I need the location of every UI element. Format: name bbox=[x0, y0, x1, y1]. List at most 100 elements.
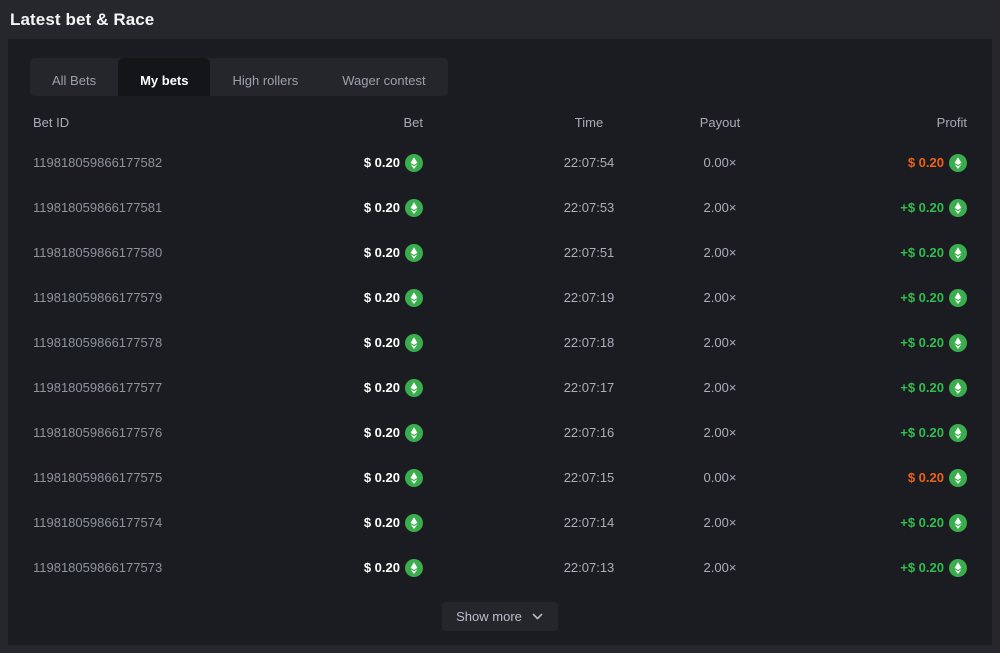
green-coin-icon bbox=[949, 289, 967, 307]
table-row[interactable]: 119818059866177577 $ 0.20 22:07:17 2.00×… bbox=[24, 365, 976, 410]
page-title: Latest bet & Race bbox=[10, 10, 154, 30]
payout-cell: 2.00× bbox=[680, 200, 737, 215]
profit-amount: +$ 0.20 bbox=[900, 335, 944, 350]
profit-cell: +$ 0.20 bbox=[900, 199, 967, 217]
green-coin-icon bbox=[405, 469, 423, 487]
table-row[interactable]: 119818059866177573 $ 0.20 22:07:13 2.00×… bbox=[24, 545, 976, 590]
table-row[interactable]: 119818059866177578 $ 0.20 22:07:18 2.00×… bbox=[24, 320, 976, 365]
green-coin-icon bbox=[405, 559, 423, 577]
profit-cell: +$ 0.20 bbox=[900, 334, 967, 352]
time-cell: 22:07:19 bbox=[452, 290, 615, 305]
payout-cell: 0.00× bbox=[680, 155, 737, 170]
table-body: 119818059866177582 $ 0.20 22:07:54 0.00×… bbox=[24, 140, 976, 590]
profit-amount: +$ 0.20 bbox=[900, 245, 944, 260]
bet-amount: $ 0.20 bbox=[364, 380, 400, 395]
green-coin-icon bbox=[949, 334, 967, 352]
bet-id-cell: 119818059866177581 bbox=[33, 200, 162, 215]
table-row[interactable]: 119818059866177576 $ 0.20 22:07:16 2.00×… bbox=[24, 410, 976, 455]
payout-cell: 2.00× bbox=[680, 515, 737, 530]
green-coin-icon bbox=[949, 469, 967, 487]
profit-amount: +$ 0.20 bbox=[900, 380, 944, 395]
table-row[interactable]: 119818059866177575 $ 0.20 22:07:15 0.00×… bbox=[24, 455, 976, 500]
green-coin-icon bbox=[405, 289, 423, 307]
time-cell: 22:07:14 bbox=[452, 515, 615, 530]
profit-cell: +$ 0.20 bbox=[900, 514, 967, 532]
profit-amount: +$ 0.20 bbox=[900, 515, 944, 530]
profit-cell: +$ 0.20 bbox=[900, 379, 967, 397]
profit-amount: $ 0.20 bbox=[908, 470, 944, 485]
time-cell: 22:07:54 bbox=[452, 155, 615, 170]
header-payout: Payout bbox=[676, 115, 740, 130]
bet-amount: $ 0.20 bbox=[364, 155, 400, 170]
green-coin-icon bbox=[949, 244, 967, 262]
profit-amount: +$ 0.20 bbox=[900, 290, 944, 305]
bet-id-cell: 119818059866177578 bbox=[33, 335, 162, 350]
time-cell: 22:07:53 bbox=[452, 200, 615, 215]
bet-id-cell: 119818059866177574 bbox=[33, 515, 162, 530]
bet-amount-cell: $ 0.20 bbox=[364, 424, 423, 442]
bet-amount-cell: $ 0.20 bbox=[364, 514, 423, 532]
table-row[interactable]: 119818059866177581 $ 0.20 22:07:53 2.00×… bbox=[24, 185, 976, 230]
bet-amount: $ 0.20 bbox=[364, 515, 400, 530]
bet-amount-cell: $ 0.20 bbox=[364, 334, 423, 352]
profit-amount: $ 0.20 bbox=[908, 155, 944, 170]
bet-id-cell: 119818059866177577 bbox=[33, 380, 162, 395]
profit-amount: +$ 0.20 bbox=[900, 200, 944, 215]
profit-cell: +$ 0.20 bbox=[900, 559, 967, 577]
bet-amount: $ 0.20 bbox=[364, 425, 400, 440]
table-row[interactable]: 119818059866177579 $ 0.20 22:07:19 2.00×… bbox=[24, 275, 976, 320]
bet-amount: $ 0.20 bbox=[364, 290, 400, 305]
time-cell: 22:07:51 bbox=[452, 245, 615, 260]
time-cell: 22:07:18 bbox=[452, 335, 615, 350]
table-row[interactable]: 119818059866177580 $ 0.20 22:07:51 2.00×… bbox=[24, 230, 976, 275]
green-coin-icon bbox=[405, 199, 423, 217]
header-bet: Bet bbox=[403, 115, 423, 130]
payout-cell: 2.00× bbox=[680, 380, 737, 395]
green-coin-icon bbox=[949, 559, 967, 577]
tab-all-bets[interactable]: All Bets bbox=[30, 58, 118, 96]
green-coin-icon bbox=[949, 424, 967, 442]
profit-amount: +$ 0.20 bbox=[900, 425, 944, 440]
show-more-button[interactable]: Show more bbox=[442, 602, 558, 631]
bet-id-cell: 119818059866177576 bbox=[33, 425, 162, 440]
payout-cell: 0.00× bbox=[680, 470, 737, 485]
bet-id-cell: 119818059866177579 bbox=[33, 290, 162, 305]
table-header-row: Bet ID Bet Time Payout Profit bbox=[24, 106, 976, 140]
payout-cell: 2.00× bbox=[680, 335, 737, 350]
table-row[interactable]: 119818059866177574 $ 0.20 22:07:14 2.00×… bbox=[24, 500, 976, 545]
bet-amount-cell: $ 0.20 bbox=[364, 199, 423, 217]
green-coin-icon bbox=[949, 379, 967, 397]
payout-cell: 2.00× bbox=[680, 560, 737, 575]
bet-amount: $ 0.20 bbox=[364, 470, 400, 485]
green-coin-icon bbox=[405, 244, 423, 262]
bet-id-cell: 119818059866177580 bbox=[33, 245, 162, 260]
payout-cell: 2.00× bbox=[680, 290, 737, 305]
payout-cell: 2.00× bbox=[680, 425, 737, 440]
bet-amount-cell: $ 0.20 bbox=[364, 289, 423, 307]
table-row[interactable]: 119818059866177582 $ 0.20 22:07:54 0.00×… bbox=[24, 140, 976, 185]
profit-cell: +$ 0.20 bbox=[900, 424, 967, 442]
profit-cell: $ 0.20 bbox=[908, 469, 967, 487]
green-coin-icon bbox=[949, 154, 967, 172]
bet-id-cell: 119818059866177582 bbox=[33, 155, 162, 170]
bet-amount: $ 0.20 bbox=[364, 245, 400, 260]
green-coin-icon bbox=[405, 424, 423, 442]
bet-amount: $ 0.20 bbox=[364, 560, 400, 575]
bets-tab-group: All BetsMy betsHigh rollersWager contest bbox=[30, 58, 448, 96]
time-cell: 22:07:13 bbox=[452, 560, 615, 575]
bet-id-cell: 119818059866177575 bbox=[33, 470, 162, 485]
green-coin-icon bbox=[405, 334, 423, 352]
page-header: Latest bet & Race bbox=[0, 0, 1000, 39]
tab-high-rollers[interactable]: High rollers bbox=[210, 58, 320, 96]
bet-amount: $ 0.20 bbox=[364, 200, 400, 215]
tab-wager-contest[interactable]: Wager contest bbox=[320, 58, 447, 96]
show-more-container: Show more bbox=[24, 602, 976, 631]
time-cell: 22:07:16 bbox=[452, 425, 615, 440]
profit-cell: +$ 0.20 bbox=[900, 289, 967, 307]
payout-cell: 2.00× bbox=[680, 245, 737, 260]
bet-amount-cell: $ 0.20 bbox=[364, 244, 423, 262]
tab-my-bets[interactable]: My bets bbox=[118, 58, 210, 96]
bet-amount-cell: $ 0.20 bbox=[364, 559, 423, 577]
green-coin-icon bbox=[949, 199, 967, 217]
time-cell: 22:07:15 bbox=[452, 470, 615, 485]
